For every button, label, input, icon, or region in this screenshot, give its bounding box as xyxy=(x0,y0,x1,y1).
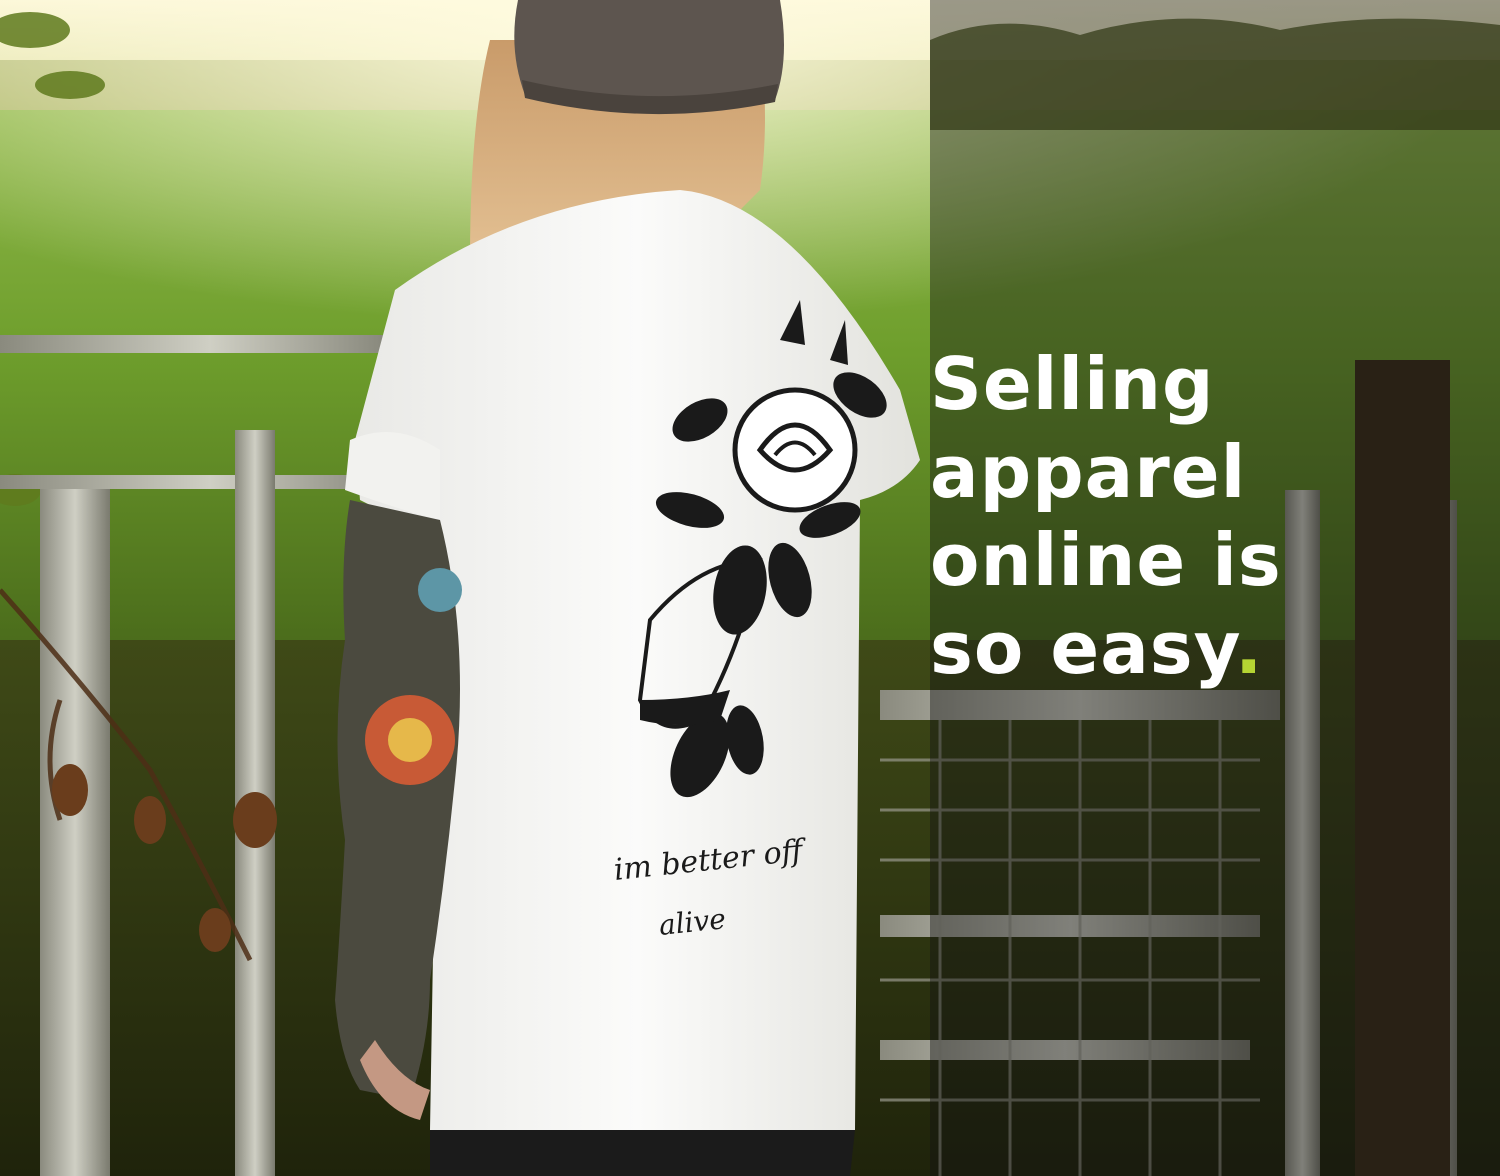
hero-banner: im better off alive Selling apparel onli… xyxy=(0,0,1500,1176)
shirt-caption-line2: alive xyxy=(657,902,727,942)
headline-line-4: so easy. xyxy=(930,604,1490,692)
headline-line-2: apparel xyxy=(930,430,1247,514)
headline-accent-period: . xyxy=(1234,606,1264,690)
headline: Selling apparel online is so easy. xyxy=(930,340,1490,692)
headline-line-3: online is xyxy=(930,518,1282,602)
headline-line-1: Selling xyxy=(930,342,1215,426)
headline-line-4-text: so easy xyxy=(930,606,1235,690)
